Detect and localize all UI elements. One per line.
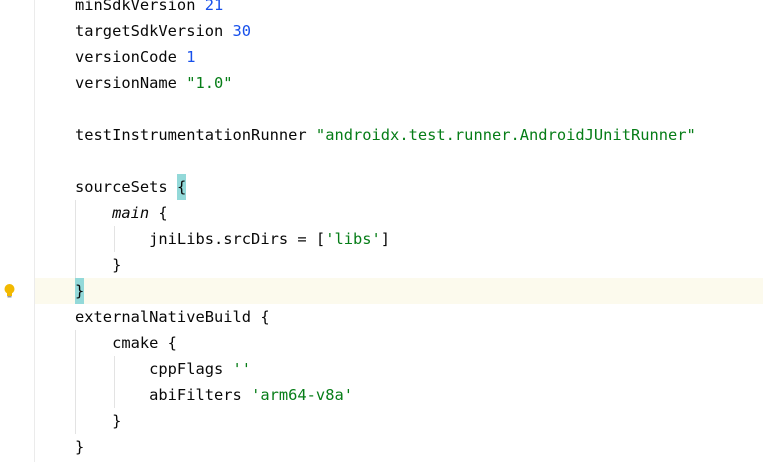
code-line[interactable]: cmake { bbox=[0, 330, 763, 356]
code-token: 21 bbox=[204, 0, 224, 14]
code-token: 'arm64-v8a' bbox=[251, 386, 353, 404]
code-line[interactable]: versionCode 1 bbox=[0, 44, 763, 70]
code-line[interactable]: } bbox=[0, 252, 763, 278]
code-token: } bbox=[75, 256, 122, 274]
code-line[interactable]: } bbox=[0, 408, 763, 434]
code-token: targetSdkVersion bbox=[75, 22, 233, 40]
code-line[interactable]: minSdkVersion 21 bbox=[0, 0, 763, 18]
code-line-text: } bbox=[75, 278, 85, 304]
code-token: { bbox=[149, 204, 168, 222]
editor-gutter[interactable] bbox=[0, 0, 35, 462]
code-line-text: targetSdkVersion 30 bbox=[75, 18, 251, 44]
code-token: cmake { bbox=[75, 334, 177, 352]
code-line[interactable]: abiFilters 'arm64-v8a' bbox=[0, 382, 763, 408]
code-line-text: externalNativeBuild { bbox=[75, 304, 270, 330]
code-line[interactable]: testInstrumentationRunner "androidx.test… bbox=[0, 122, 763, 148]
code-token: "androidx.test.runner.AndroidJUnitRunner… bbox=[315, 126, 696, 144]
code-line-text: versionCode 1 bbox=[75, 44, 195, 70]
code-line[interactable]: jniLibs.srcDirs = ['libs'] bbox=[0, 226, 763, 252]
code-line-text: abiFilters 'arm64-v8a' bbox=[75, 382, 353, 408]
code-line-text: } bbox=[75, 252, 121, 278]
code-token: 30 bbox=[232, 22, 252, 40]
code-token: } bbox=[75, 278, 85, 304]
code-line-text: } bbox=[75, 408, 121, 434]
code-token: cppFlags bbox=[75, 360, 233, 378]
code-token: 1 bbox=[186, 48, 196, 66]
code-line[interactable]: versionName "1.0" bbox=[0, 70, 763, 96]
code-line-text: testInstrumentationRunner "androidx.test… bbox=[75, 122, 696, 148]
code-token: sourceSets bbox=[75, 178, 177, 196]
code-line[interactable]: targetSdkVersion 30 bbox=[0, 18, 763, 44]
code-line[interactable]: cppFlags '' bbox=[0, 356, 763, 382]
code-line-text: main { bbox=[75, 200, 168, 226]
code-token: minSdkVersion bbox=[75, 0, 205, 14]
code-line-text: sourceSets { bbox=[75, 174, 187, 200]
code-token: } bbox=[75, 438, 85, 456]
code-token: externalNativeBuild { bbox=[75, 308, 270, 326]
code-editor[interactable]: minSdkVersion 21 targetSdkVersion 30 versi… bbox=[0, 0, 763, 462]
code-line-text: cppFlags '' bbox=[75, 356, 251, 382]
code-line[interactable] bbox=[0, 148, 763, 174]
code-token: abiFilters bbox=[75, 386, 252, 404]
code-line[interactable]: sourceSets { bbox=[0, 174, 763, 200]
lightbulb-icon[interactable] bbox=[3, 283, 16, 299]
code-line[interactable]: externalNativeBuild { bbox=[0, 304, 763, 330]
code-line[interactable] bbox=[0, 96, 763, 122]
code-token: 'libs' bbox=[325, 230, 381, 248]
code-line-text: cmake { bbox=[75, 330, 177, 356]
code-token: testInstrumentationRunner bbox=[75, 126, 316, 144]
code-token: "1.0" bbox=[186, 74, 233, 92]
code-line-text: minSdkVersion 21 bbox=[75, 0, 223, 18]
code-token: versionCode bbox=[75, 48, 187, 66]
code-token: '' bbox=[232, 360, 252, 378]
code-token: } bbox=[75, 412, 122, 430]
code-line-text: versionName "1.0" bbox=[75, 70, 233, 96]
code-token: versionName bbox=[75, 74, 187, 92]
code-token: ] bbox=[380, 230, 391, 248]
code-token: { bbox=[176, 174, 187, 200]
caret-line[interactable]: } bbox=[0, 278, 763, 304]
code-token: jniLibs.srcDirs = [ bbox=[75, 230, 326, 248]
code-token: main bbox=[112, 204, 150, 222]
code-line-text: jniLibs.srcDirs = ['libs'] bbox=[75, 226, 390, 252]
code-line-text: } bbox=[75, 434, 84, 460]
code-line[interactable]: main { bbox=[0, 200, 763, 226]
code-line[interactable]: } bbox=[0, 434, 763, 460]
